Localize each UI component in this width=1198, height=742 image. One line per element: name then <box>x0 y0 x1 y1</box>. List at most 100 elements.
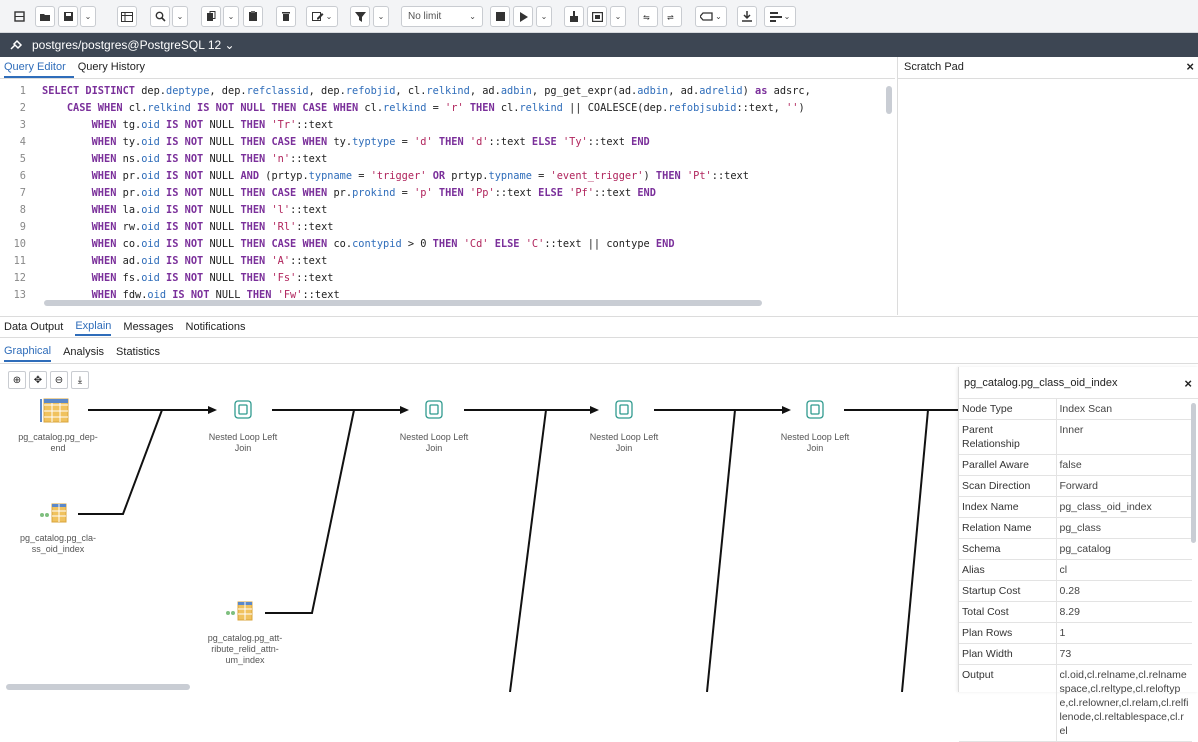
tab-query-history[interactable]: Query History <box>78 61 153 78</box>
property-row: Schema pg_catalog <box>959 538 1192 560</box>
copy-icon[interactable] <box>201 6 221 27</box>
scratch-pad-title: Scratch Pad <box>904 61 964 73</box>
plan-node-label[interactable]: Nested Loop Left Join <box>760 432 870 454</box>
paste-icon[interactable] <box>243 6 263 27</box>
plan-node-label[interactable]: pg_catalog.pg_cla-ss_oid_index <box>8 533 108 555</box>
line-number: 11 <box>13 255 26 267</box>
line-number: 2 <box>19 102 26 114</box>
tab-graphical[interactable]: Graphical <box>4 342 52 362</box>
line-number: 12 <box>13 272 26 284</box>
commit-icon[interactable]: ⇋ <box>638 6 658 27</box>
code-line[interactable]: 3 WHEN tg.oid IS NOT NULL THEN 'Tr'::tex… <box>0 117 895 134</box>
tab-notifications[interactable]: Notifications <box>186 319 246 335</box>
property-row: Relation Name pg_class <box>959 517 1192 539</box>
filter-dropdown-icon[interactable]: ⌄ <box>373 6 389 27</box>
clear-icon[interactable]: ⌄ <box>695 6 727 27</box>
tab-analysis[interactable]: Analysis <box>63 343 104 361</box>
code-line[interactable]: 7 WHEN pr.oid IS NOT NULL THEN CASE WHEN… <box>0 185 895 202</box>
plan-node-label[interactable]: pg_catalog.pg_att-ribute_relid_attn-um_i… <box>195 633 295 666</box>
plan-node-label[interactable]: Nested Loop Left Join <box>569 432 679 454</box>
code-line[interactable]: 4 WHEN ty.oid IS NOT NULL THEN CASE WHEN… <box>0 134 895 151</box>
zoom-reset-icon[interactable]: ✥ <box>29 371 47 389</box>
details-scrollbar[interactable] <box>1191 403 1196 543</box>
open-panel-icon[interactable] <box>10 6 28 27</box>
connection-bar[interactable]: postgres/postgres@PostgreSQL 12 ⌄ <box>0 33 1198 57</box>
property-key: Plan Width <box>959 643 1057 665</box>
property-value: 1 <box>1056 622 1192 644</box>
code-text: WHEN tg.oid IS NOT NULL THEN 'Tr'::text <box>91 119 334 131</box>
code-line[interactable]: 10 WHEN co.oid IS NOT NULL THEN CASE WHE… <box>0 236 895 253</box>
code-text: WHEN ns.oid IS NOT NULL THEN 'n'::text <box>91 153 328 165</box>
property-key: Output <box>959 664 1057 742</box>
macros-icon[interactable]: ⌄ <box>764 6 796 27</box>
chevron-down-icon: ⌄ <box>469 12 476 21</box>
connection-status-icon <box>0 39 32 51</box>
property-key: Relation Name <box>959 517 1057 539</box>
property-row: Index Name pg_class_oid_index <box>959 496 1192 518</box>
code-line[interactable]: 12 WHEN fs.oid IS NOT NULL THEN 'Fs'::te… <box>0 270 895 287</box>
property-key: Total Cost <box>959 601 1057 623</box>
index-scan-icon <box>40 503 67 523</box>
close-icon[interactable]: × <box>1184 376 1192 391</box>
zoom-in-icon[interactable]: ⊕ <box>8 371 26 389</box>
filter-icon[interactable] <box>350 6 370 27</box>
code-text: WHEN ad.oid IS NOT NULL THEN 'A'::text <box>91 255 328 267</box>
code-line[interactable]: 8 WHEN la.oid IS NOT NULL THEN 'l'::text <box>0 202 895 219</box>
property-row: Output cl.oid,cl.relname,cl.relnamespace,… <box>959 664 1192 742</box>
stop-icon[interactable] <box>490 6 510 27</box>
open-file-icon[interactable] <box>35 6 55 27</box>
property-value: 8.29 <box>1056 601 1192 623</box>
delete-icon[interactable] <box>276 6 296 27</box>
explain-dropdown-icon[interactable]: ⌄ <box>610 6 626 27</box>
find-dropdown-icon[interactable]: ⌄ <box>172 6 188 27</box>
sql-editor[interactable]: 1 SELECT DISTINCT dep.deptype, dep.refcla… <box>0 79 895 315</box>
execute-dropdown-icon[interactable]: ⌄ <box>536 6 552 27</box>
svg-text:⇋: ⇋ <box>643 13 650 21</box>
find-icon[interactable] <box>150 6 170 27</box>
code-line[interactable]: 6 WHEN pr.oid IS NOT NULL AND (prtyp.typ… <box>0 168 895 185</box>
code-text: CASE WHEN cl.relkind IS NOT NULL THEN CA… <box>66 102 805 114</box>
tab-explain[interactable]: Explain <box>75 318 112 336</box>
tab-data-output[interactable]: Data Output <box>4 319 63 335</box>
line-number: 10 <box>13 238 26 250</box>
download-plan-icon[interactable]: ⤓ <box>71 371 89 389</box>
save-icon[interactable] <box>58 6 78 27</box>
editor-vertical-scrollbar[interactable] <box>886 86 892 114</box>
line-number: 4 <box>19 136 26 148</box>
download-icon[interactable] <box>737 6 757 27</box>
connection-label[interactable]: postgres/postgres@PostgreSQL 12 ⌄ <box>32 38 235 52</box>
plan-horizontal-scrollbar[interactable] <box>6 684 190 690</box>
node-details-panel: pg_catalog.pg_class_oid_index × Node Typ… <box>958 367 1198 742</box>
property-row: Parallel Aware false <box>959 454 1192 476</box>
save-dropdown-icon[interactable]: ⌄ <box>80 6 96 27</box>
code-line[interactable]: 1 SELECT DISTINCT dep.deptype, dep.refcla… <box>0 83 895 100</box>
tab-messages[interactable]: Messages <box>123 319 173 335</box>
table-icon[interactable] <box>117 6 137 27</box>
editor-horizontal-scrollbar[interactable] <box>44 300 762 306</box>
property-key: Alias <box>959 559 1057 581</box>
code-line[interactable]: 5 WHEN ns.oid IS NOT NULL THEN 'n'::text <box>0 151 895 168</box>
code-line[interactable]: 11 WHEN ad.oid IS NOT NULL THEN 'A'::tex… <box>0 253 895 270</box>
property-value: pg_catalog <box>1056 538 1192 560</box>
zoom-out-icon[interactable]: ⊖ <box>50 371 68 389</box>
code-line[interactable]: 9 WHEN rw.oid IS NOT NULL THEN 'Rl'::tex… <box>0 219 895 236</box>
execute-icon[interactable] <box>513 6 533 27</box>
explain-analyze-icon[interactable] <box>587 6 607 27</box>
property-value: cl.oid,cl.relname,cl.relnamespace,cl.rel… <box>1056 664 1192 742</box>
code-line[interactable]: 2 CASE WHEN cl.relkind IS NOT NULL THEN … <box>0 100 895 117</box>
plan-node-label[interactable]: Nested Loop Left Join <box>188 432 298 454</box>
property-row: Plan Rows 1 <box>959 622 1192 644</box>
close-icon[interactable]: × <box>1186 59 1194 74</box>
plan-node-label[interactable]: pg_catalog.pg_dep-end <box>8 432 108 454</box>
explain-icon[interactable] <box>564 6 584 27</box>
scratch-pad-area[interactable] <box>897 79 1198 315</box>
copy-dropdown-icon[interactable]: ⌄ <box>223 6 239 27</box>
plan-node-label[interactable]: Nested Loop Left Join <box>379 432 489 454</box>
property-value: pg_class_oid_index <box>1056 496 1192 518</box>
row-limit-select[interactable]: No limit ⌄ <box>401 6 483 27</box>
rollback-icon[interactable]: ⇌ <box>662 6 682 27</box>
tab-query-editor[interactable]: Query Editor <box>4 61 74 78</box>
tab-statistics[interactable]: Statistics <box>116 343 160 361</box>
edit-icon[interactable]: ⌄ <box>306 6 338 27</box>
editor-tabs: Query Editor Query History <box>0 57 895 79</box>
